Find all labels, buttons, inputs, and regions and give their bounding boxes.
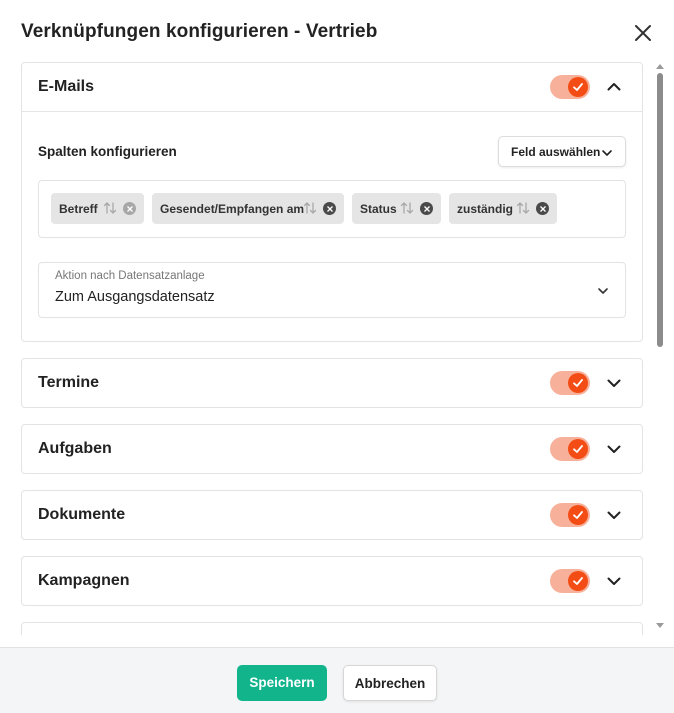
expand-button[interactable] [605,572,623,590]
dialog-title: Verknüpfungen konfigurieren - Vertrieb [21,21,378,42]
section-title: Kampagnen [38,572,130,589]
check-icon [573,577,583,585]
expand-button[interactable] [605,374,623,392]
dialog-footer: Speichern Abbrechen [0,647,674,713]
chevron-down-icon [607,577,621,585]
section-title: Aufgaben [38,440,112,457]
column-chip[interactable]: Betreff [51,193,144,224]
enable-toggle[interactable] [550,75,590,99]
sort-icon[interactable] [303,201,317,215]
section-title: Dokumente [38,506,126,523]
chip-label: zuständig [457,202,513,216]
scrollbar-thumb[interactable] [657,73,663,347]
column-chip[interactable]: zuständig [449,193,557,224]
section-next-partial [21,622,643,635]
close-button[interactable] [631,21,655,45]
chevron-down-icon [607,445,621,453]
scrollbar[interactable] [654,62,666,635]
cancel-button-label: Abbrechen [354,676,426,691]
sort-icon[interactable] [103,201,117,215]
save-button[interactable]: Speichern [237,665,327,701]
column-chip[interactable]: Status [352,193,441,224]
check-icon [573,83,583,91]
scroll-up-arrow-icon[interactable] [656,64,664,69]
chip-label: Status [360,202,397,216]
column-chip[interactable]: Gesendet/Empfangen am [152,193,344,224]
toggle-knob [568,77,588,97]
enable-toggle[interactable] [550,503,590,527]
expand-button[interactable] [605,440,623,458]
select-value: Zum Ausgangsdatensatz [55,289,215,305]
check-icon [573,445,583,453]
chevron-down-icon [607,511,621,519]
chevron-up-icon [607,83,621,91]
section-aufgaben: Aufgaben [21,424,643,474]
chevron-down-icon [602,150,612,156]
toggle-knob [568,571,588,591]
section-header[interactable]: Dokumente [22,491,642,539]
remove-chip-icon[interactable] [536,202,549,215]
save-button-label: Speichern [249,675,315,690]
select-label: Aktion nach Datensatzanlage [55,270,205,282]
sort-icon[interactable] [400,201,414,215]
chevron-down-icon [607,379,621,387]
action-after-create-select[interactable]: Aktion nach Datensatzanlage Zum Ausgangs… [38,262,626,318]
section-header[interactable]: Aufgaben [22,425,642,473]
check-icon [573,511,583,519]
toggle-knob [568,439,588,459]
remove-chip-icon[interactable] [420,202,433,215]
dialog-header: Verknüpfungen konfigurieren - Vertrieb [0,0,674,62]
section-title: Termine [38,374,100,391]
select-field-button[interactable]: Feld auswählen [498,136,626,167]
chevron-down-icon [598,288,608,294]
collapse-button[interactable] [605,78,623,96]
select-field-label: Feld auswählen [511,145,601,159]
remove-chip-icon[interactable] [123,202,136,215]
section-title: E-Mails [38,78,95,95]
close-icon [635,25,651,41]
scroll-down-arrow-icon[interactable] [656,623,664,628]
toggle-knob [568,505,588,525]
check-icon [573,379,583,387]
remove-chip-icon[interactable] [323,202,336,215]
column-chips-container: Betreff Gesendet/Empfangen am Status zus… [38,180,626,238]
chip-label: Betreff [59,202,98,216]
section-header[interactable]: Termine [22,359,642,407]
columns-config-label: Spalten konfigurieren [38,144,177,159]
enable-toggle[interactable] [550,371,590,395]
dialog-content: E-Mails Spalten konfigurieren Feld auswä… [0,62,674,635]
section-header[interactable]: E-Mails [22,63,642,111]
section-emails: E-Mails Spalten konfigurieren Feld auswä… [21,62,643,342]
expand-button[interactable] [605,506,623,524]
section-dokumente: Dokumente [21,490,643,540]
toggle-knob [568,373,588,393]
enable-toggle[interactable] [550,569,590,593]
cancel-button[interactable]: Abbrechen [343,665,437,701]
section-termine: Termine [21,358,643,408]
chip-label: Gesendet/Empfangen am [160,202,305,216]
enable-toggle[interactable] [550,437,590,461]
sort-icon[interactable] [516,201,530,215]
section-kampagnen: Kampagnen [21,556,643,606]
section-header[interactable]: Kampagnen [22,557,642,605]
section-divider [22,111,642,112]
configure-links-dialog: Verknüpfungen konfigurieren - Vertrieb E… [0,0,674,713]
